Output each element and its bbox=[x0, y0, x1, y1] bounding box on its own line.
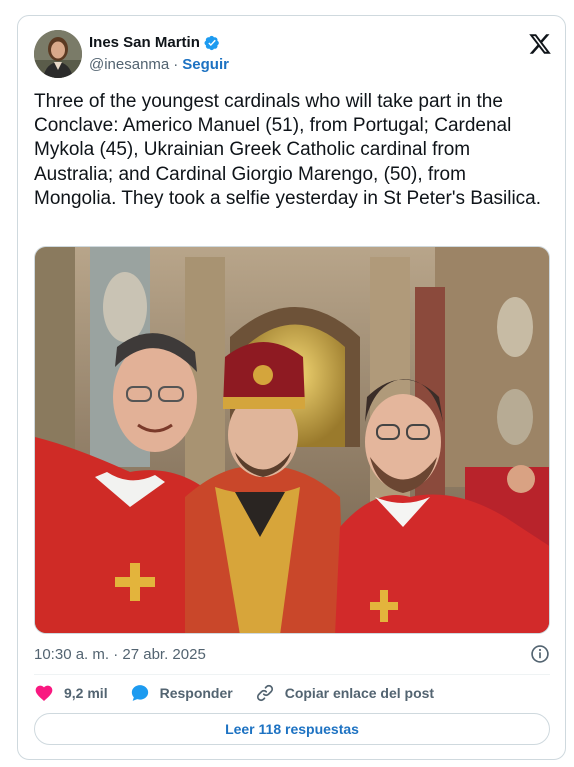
like-button[interactable]: 9,2 mil bbox=[34, 683, 108, 703]
author-name[interactable]: Ines San Martin bbox=[89, 34, 200, 51]
separator-dot: · bbox=[173, 56, 179, 73]
divider bbox=[34, 674, 550, 675]
tweet-photo[interactable] bbox=[34, 246, 550, 634]
author-name-row: Ines San Martin bbox=[89, 34, 220, 51]
author-handle[interactable]: @inesanma bbox=[89, 56, 169, 73]
avatar[interactable] bbox=[34, 30, 82, 78]
follow-button[interactable]: Seguir bbox=[182, 56, 229, 73]
author-handle-row: @inesanma · Seguir bbox=[89, 56, 229, 73]
tweet-meta-row: 10:30 a. m. · 27 abr. 2025 bbox=[34, 642, 550, 666]
reply-label: Responder bbox=[159, 685, 233, 701]
copy-link-button[interactable]: Copiar enlace del post bbox=[255, 683, 434, 703]
action-bar: 9,2 mil Responder Copiar enlace del post bbox=[34, 681, 550, 705]
reply-button[interactable]: Responder bbox=[130, 683, 233, 703]
x-logo-icon[interactable] bbox=[528, 32, 552, 56]
copy-link-label: Copiar enlace del post bbox=[284, 685, 435, 701]
likes-count: 9,2 mil bbox=[64, 685, 108, 701]
verified-badge-icon bbox=[204, 35, 219, 50]
speech-bubble-icon bbox=[131, 685, 148, 701]
tweet-card: Ines San Martin @inesanma · Seguir Three… bbox=[17, 15, 566, 760]
info-icon[interactable] bbox=[530, 644, 550, 664]
read-replies-button[interactable]: Leer 118 respuestas bbox=[34, 713, 550, 745]
link-icon bbox=[256, 684, 273, 702]
tweet-text: Three of the youngest cardinals who will… bbox=[34, 91, 542, 209]
tweet-timestamp[interactable]: 10:30 a. m. · 27 abr. 2025 bbox=[34, 646, 206, 663]
tweet-header: Ines San Martin @inesanma · Seguir bbox=[34, 28, 552, 78]
heart-icon bbox=[35, 685, 53, 701]
